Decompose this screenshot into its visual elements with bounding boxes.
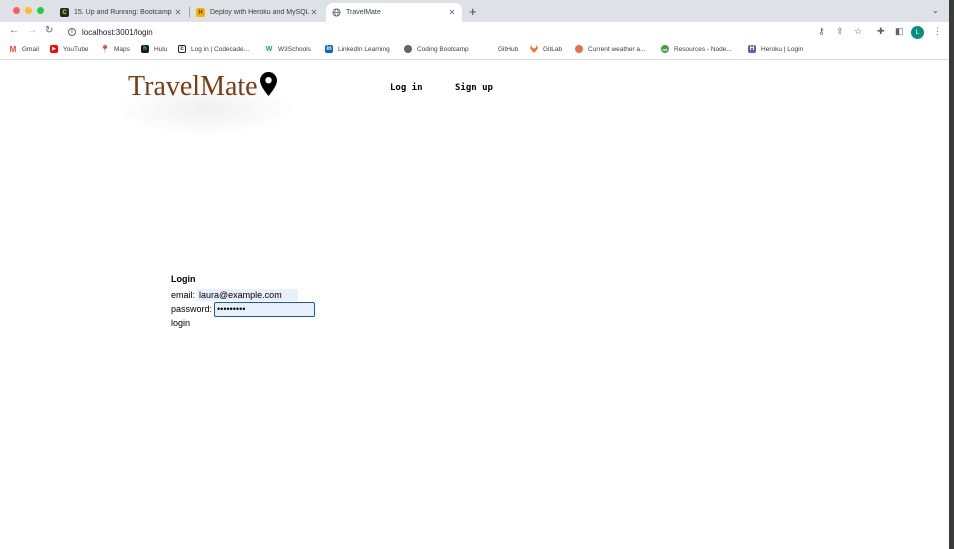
address-bar[interactable]: i localhost:3001/login (62, 24, 836, 40)
nav-signup-link[interactable]: Sign up (455, 83, 493, 93)
side-panel-icon[interactable]: ◧ (895, 26, 904, 37)
login-button[interactable]: login (171, 318, 190, 328)
hulu-icon: h (141, 45, 149, 53)
browser-toolbar: ← → ↻ i localhost:3001/login ⚷ ⇪ ☆ ✚ ◧ L… (0, 22, 949, 42)
bookmark-coding-bootcamp[interactable]: Coding Bootcamp (404, 45, 469, 53)
tab-title: TravelMate (346, 9, 381, 16)
browser-window: C 15. Up and Running: Bootcamp ✕ H Deplo… (0, 0, 949, 549)
bookmark-label: Log in | Codecade... (191, 45, 250, 53)
close-tab-icon[interactable]: ✕ (309, 8, 319, 17)
tab-travelmate[interactable]: TravelMate ✕ (326, 3, 462, 22)
login-heading: Login (171, 274, 196, 284)
email-field[interactable] (197, 289, 299, 301)
bookmark-weather[interactable]: Current weather a... (575, 45, 645, 53)
maximize-window-button[interactable] (37, 7, 44, 14)
gmail-icon: M (9, 44, 17, 54)
tab-bootcamp[interactable]: C 15. Up and Running: Bootcamp ✕ (54, 3, 188, 22)
bookmark-label: Heroku | Login (761, 45, 804, 53)
email-label: email: (171, 290, 196, 300)
globe-icon (404, 45, 412, 53)
nav-login-link[interactable]: Log in (390, 83, 423, 93)
back-arrow-icon[interactable]: ← (9, 25, 19, 36)
bookmark-star-icon[interactable]: ☆ (854, 26, 862, 37)
bookmark-w3schools[interactable]: W W3Schools (265, 45, 311, 53)
password-row: password: (171, 301, 316, 317)
minimize-window-button[interactable] (25, 7, 32, 14)
youtube-icon: ▶ (50, 45, 58, 53)
bookmark-label: LinkedIn Learning (338, 45, 390, 53)
bookmark-label: Maps (114, 45, 130, 53)
gitlab-icon (530, 45, 538, 53)
kebab-menu-icon[interactable]: ⋮ (933, 26, 942, 37)
extensions-puzzle-icon[interactable]: ✚ (877, 26, 885, 37)
github-icon (485, 45, 493, 53)
bookmark-github[interactable]: GitHub (485, 45, 518, 53)
url-text[interactable]: localhost:3001/login (82, 28, 153, 37)
bookmark-node-resources[interactable]: nd Resources - Node... (661, 45, 732, 53)
tab-search-chevron-icon[interactable]: ⌄ (932, 6, 939, 15)
tab-heroku[interactable]: H Deploy with Heroku and MySQL ✕ (190, 3, 324, 22)
bookmark-label: GitLab (543, 45, 563, 53)
bookmark-codecademy[interactable]: c Log in | Codecade... (178, 45, 249, 53)
weather-icon (575, 45, 583, 53)
tab-strip: C 15. Up and Running: Bootcamp ✕ H Deplo… (0, 0, 949, 22)
site-info-icon[interactable]: i (68, 28, 76, 36)
tab-title: Deploy with Heroku and MySQL (210, 9, 309, 16)
bookmark-gmail[interactable]: M Gmail (9, 44, 39, 54)
profile-avatar[interactable]: L (911, 26, 924, 39)
password-field[interactable] (214, 301, 316, 317)
site-brand[interactable]: TravelMate (128, 71, 277, 103)
close-window-button[interactable] (13, 7, 20, 14)
bookmark-hulu[interactable]: h Hulu (141, 45, 167, 53)
codecademy-favicon-icon: C (60, 8, 69, 17)
email-row: email: (171, 288, 315, 302)
heroku-favicon-icon: H (196, 8, 205, 17)
maps-pin-icon: 📍 (100, 44, 110, 54)
bookmark-label: YouTube (63, 45, 89, 53)
bookmark-maps[interactable]: 📍 Maps (100, 44, 130, 54)
tab-title: 15. Up and Running: Bootcamp (74, 9, 172, 16)
location-pin-icon (259, 72, 277, 96)
globe-icon (332, 8, 341, 17)
reload-icon[interactable]: ↻ (45, 25, 53, 36)
close-tab-icon[interactable]: ✕ (173, 8, 183, 17)
login-form: Login email: password: login (171, 274, 316, 328)
w3schools-icon: W (265, 45, 273, 53)
key-icon[interactable]: ⚷ (818, 26, 825, 37)
bookmark-heroku[interactable]: H Heroku | Login (748, 45, 803, 53)
bookmark-label: GitHub (498, 45, 519, 53)
bookmark-label: Resources - Node... (674, 45, 732, 53)
heroku-icon: H (748, 45, 756, 53)
bookmark-label: Hulu (154, 45, 168, 53)
new-tab-button[interactable]: + (469, 4, 477, 19)
password-label: password: (171, 304, 213, 314)
bookmark-label: Current weather a... (588, 45, 646, 53)
bookmark-label: Gmail (22, 45, 39, 53)
bookmark-label: W3Schools (278, 45, 311, 53)
close-tab-icon[interactable]: ✕ (447, 8, 457, 17)
page-content: TravelMate Log in Sign up Login email: p… (0, 61, 949, 549)
linkedin-icon: in (325, 45, 333, 53)
bookmark-linkedin-learning[interactable]: in LinkedIn Learning (325, 45, 390, 53)
codecademy-icon: c (178, 45, 186, 53)
bookmark-gitlab[interactable]: GitLab (530, 45, 562, 53)
bookmarks-bar: M Gmail ▶ YouTube 📍 Maps h Hulu c Log in… (0, 42, 949, 60)
node-icon: nd (661, 45, 669, 53)
share-icon[interactable]: ⇪ (836, 26, 844, 37)
forward-arrow-icon[interactable]: → (27, 25, 37, 36)
bookmark-label: Coding Bootcamp (417, 45, 469, 53)
brand-title: TravelMate (128, 71, 258, 102)
bookmark-youtube[interactable]: ▶ YouTube (50, 45, 89, 53)
